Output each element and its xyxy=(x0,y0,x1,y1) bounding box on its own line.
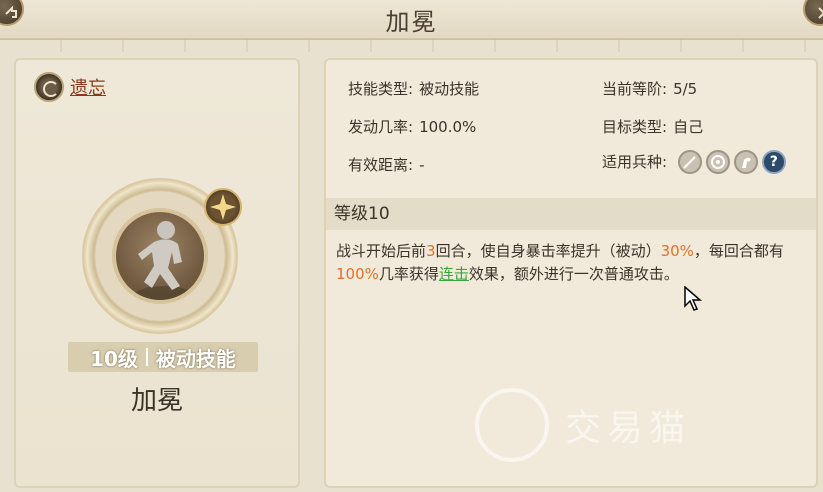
desc-text-3: ，每回合都有 xyxy=(693,242,784,260)
desc-text-2: 回合，使自身暴击率提升（被动） xyxy=(435,242,661,260)
skill-description: 战斗开始后前3回合，使自身暴击率提升（被动）30%，每回合都有 100%几率获得连… xyxy=(336,240,806,286)
star-icon xyxy=(210,194,236,220)
horse-icon[interactable] xyxy=(733,150,758,174)
skill-summary-panel: 遗忘 10级 被动技能 加冕 xyxy=(14,58,300,488)
watermark: 交易猫 xyxy=(475,380,805,470)
troop-types-row: 适用兵种: ? xyxy=(602,150,786,174)
target-type-label: 目标类型: xyxy=(602,118,668,136)
troop-icon-list: ? xyxy=(677,150,786,174)
type-label: 被动技能 xyxy=(155,346,236,371)
skill-emblem xyxy=(82,178,242,334)
target-icon[interactable] xyxy=(705,150,730,174)
forget-icon xyxy=(34,72,64,102)
range-label: 有效距离: xyxy=(348,156,414,174)
level-section-header: 等级10 xyxy=(326,198,816,230)
running-figure-icon xyxy=(134,221,194,300)
question-icon[interactable]: ? xyxy=(761,150,786,174)
page-title: 加冕 xyxy=(385,8,438,36)
current-rank-label: 当前等阶: xyxy=(602,80,668,98)
tag-divider xyxy=(145,348,148,366)
sword-icon[interactable] xyxy=(677,150,702,174)
desc-text-5: 效果，额外进行一次普通攻击。 xyxy=(468,265,679,283)
close-icon xyxy=(818,7,823,19)
target-type-row: 目标类型: 自己 xyxy=(602,116,703,137)
header-ornament xyxy=(0,38,823,52)
star-badge xyxy=(204,188,242,226)
trigger-rate-row: 发动几率: 100.0% xyxy=(348,116,476,137)
desc-value-rounds: 3 xyxy=(426,242,436,260)
skill-name: 加冕 xyxy=(130,386,183,416)
trigger-rate-label: 发动几率: xyxy=(348,118,414,136)
level-type-tag: 10级 被动技能 xyxy=(68,342,258,372)
forget-label: 遗忘 xyxy=(70,78,106,99)
range-row: 有效距离: - xyxy=(348,154,424,175)
current-rank-row: 当前等阶: 5/5 xyxy=(602,78,697,99)
watermark-text: 交易猫 xyxy=(565,408,692,449)
range-value: - xyxy=(419,156,425,174)
desc-text-1: 战斗开始后前 xyxy=(336,242,427,260)
cat-logo-icon xyxy=(475,388,549,462)
trigger-rate-value: 100.0% xyxy=(419,118,477,136)
desc-value-crit: 30% xyxy=(660,242,694,260)
skill-type-label: 技能类型: xyxy=(348,80,414,98)
desc-text-4: 几率获得 xyxy=(378,265,439,283)
skill-portrait xyxy=(112,208,208,304)
combo-link[interactable]: 连击 xyxy=(439,265,469,283)
skill-type-value: 被动技能 xyxy=(419,80,480,98)
level-label: 10级 xyxy=(90,346,138,371)
current-rank-value: 5/5 xyxy=(673,80,698,98)
skill-type-row: 技能类型: 被动技能 xyxy=(348,78,479,99)
troop-types-label: 适用兵种: xyxy=(602,152,668,171)
forget-button[interactable]: 遗忘 xyxy=(34,72,106,102)
target-type-value: 自己 xyxy=(673,118,704,136)
title-bar: 加冕 xyxy=(0,0,823,40)
mouse-cursor-icon xyxy=(684,286,702,311)
desc-value-chance: 100% xyxy=(336,265,379,283)
